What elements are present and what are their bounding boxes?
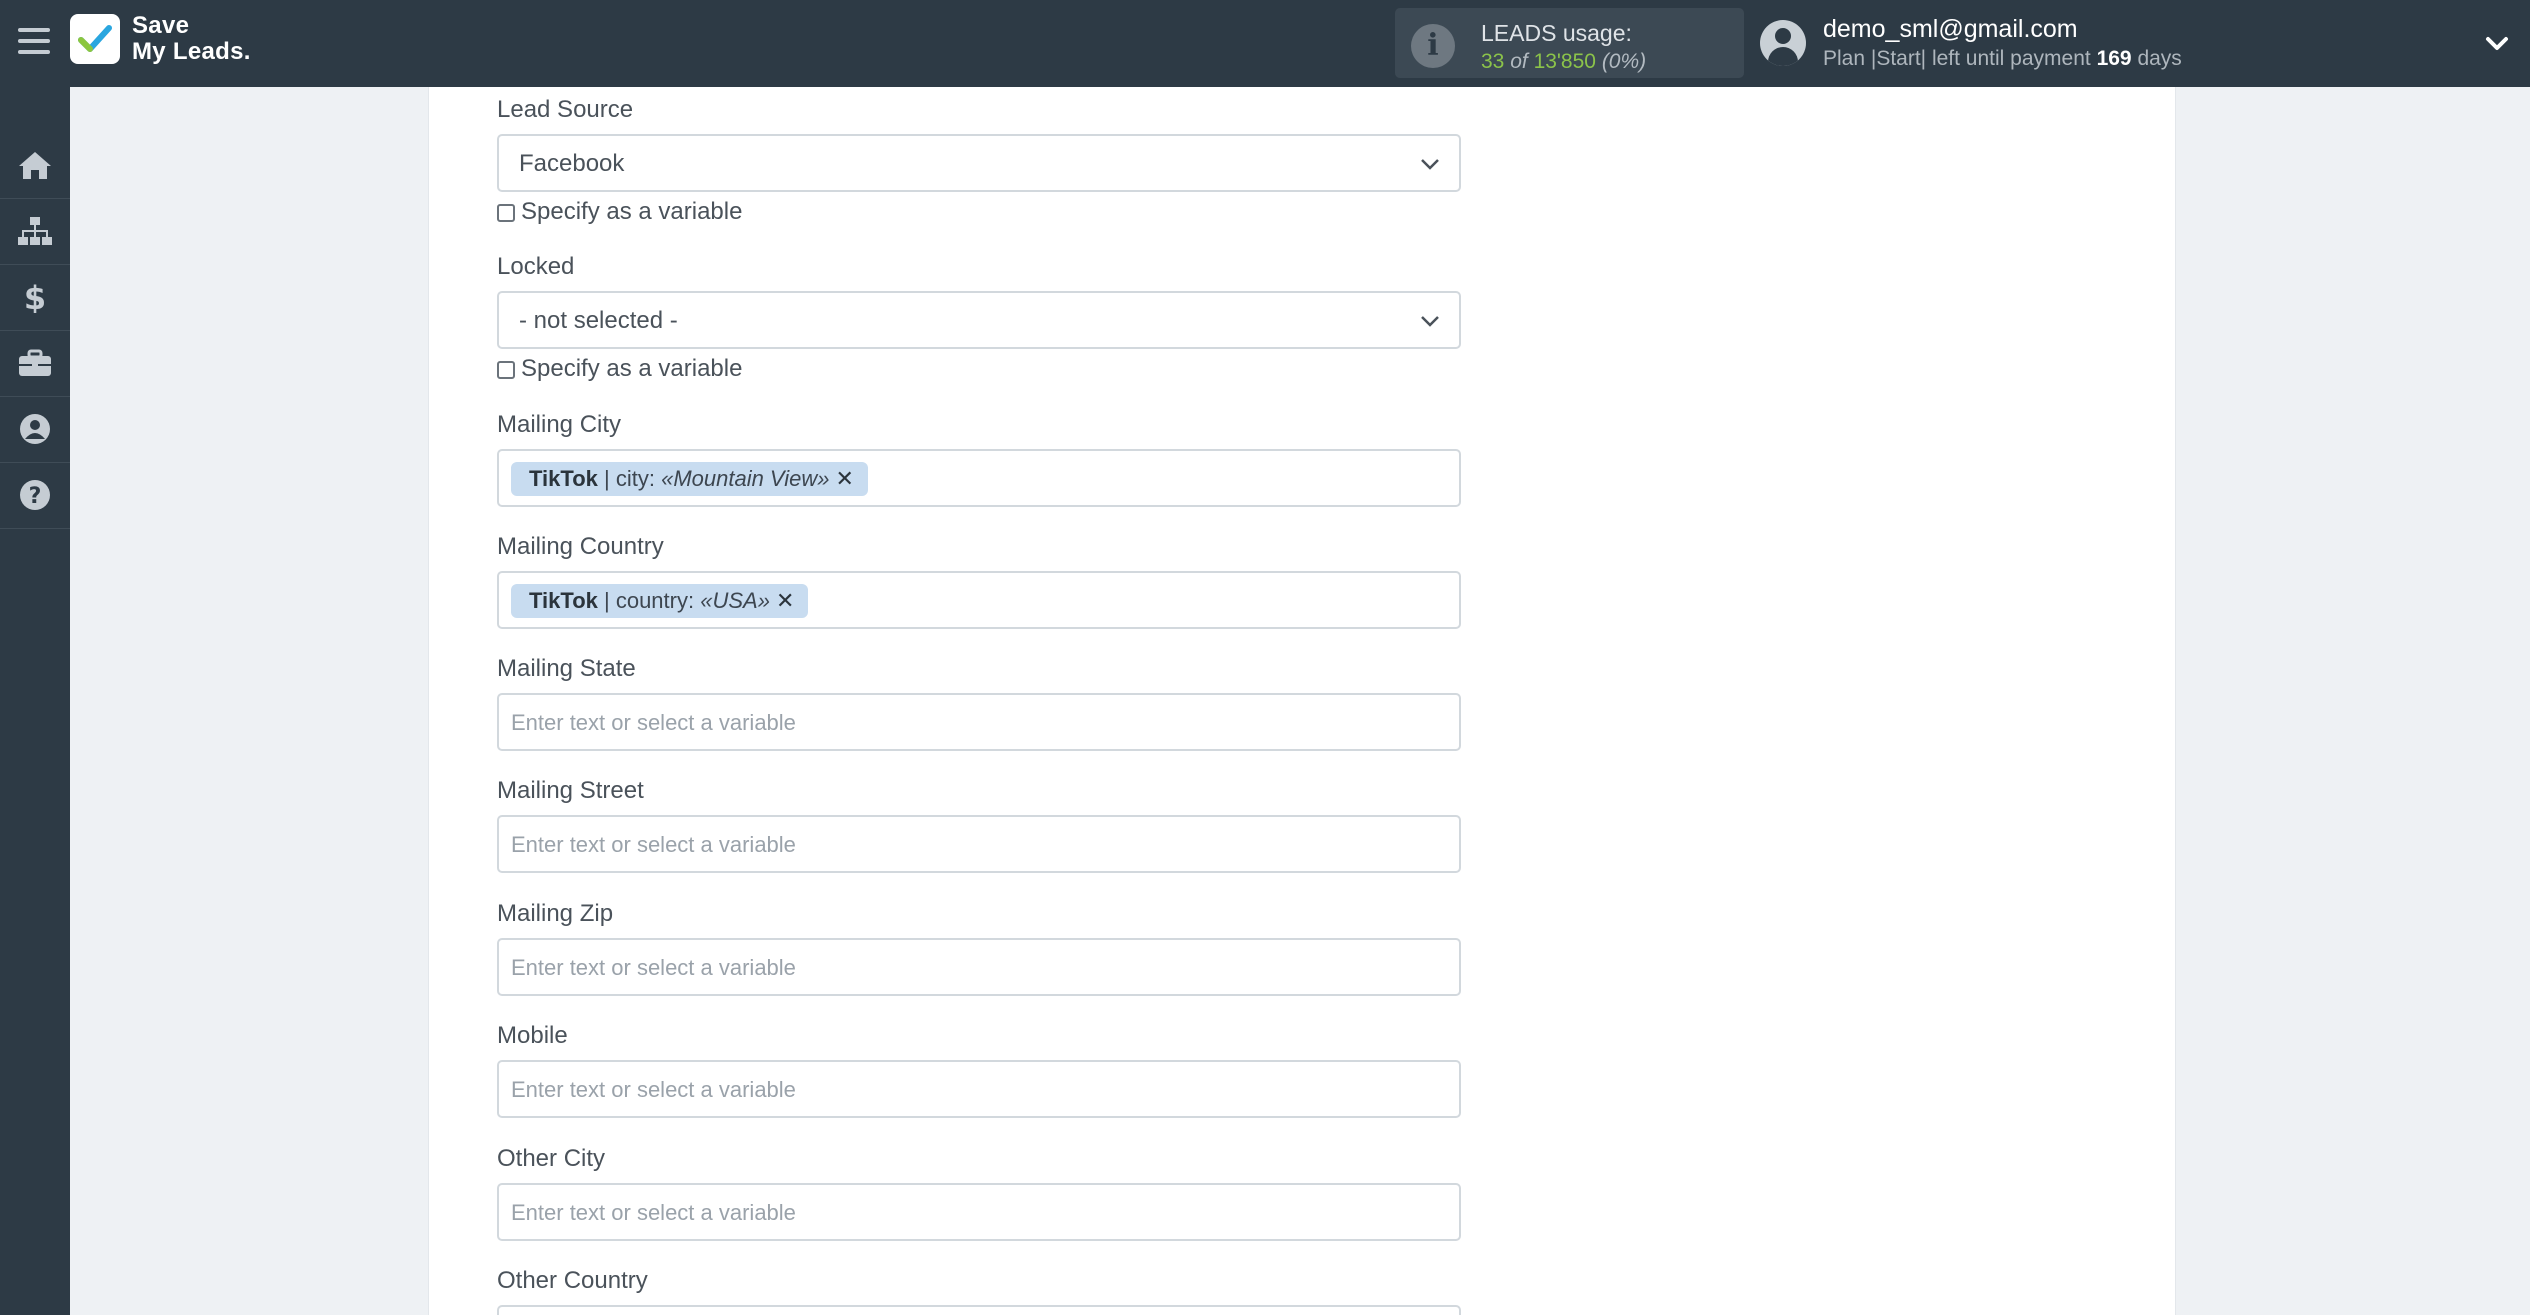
chevron-down-icon [1421, 316, 1439, 327]
lead-source-checkbox-label: Specify as a variable [521, 198, 743, 225]
home-icon [19, 152, 51, 179]
mobile-label: Mobile [497, 1022, 568, 1049]
other-city-input[interactable]: Enter text or select a variable [497, 1183, 1461, 1241]
svg-text:?: ? [29, 484, 42, 509]
lead-source-variable-checkbox[interactable]: Specify as a variable [497, 198, 742, 226]
chip-field: | city: [604, 466, 655, 491]
locked-variable-checkbox[interactable]: Specify as a variable [497, 355, 742, 383]
usage-used: 33 [1481, 50, 1505, 73]
svg-text:$: $ [24, 281, 46, 313]
chip-value: «Mountain View» [661, 466, 830, 491]
sidebar-item-connections[interactable] [0, 198, 70, 265]
mailing-state-input[interactable]: Enter text or select a variable [497, 693, 1461, 751]
logo-text[interactable]: Save My Leads. [132, 13, 251, 65]
menu-icon[interactable] [18, 28, 50, 58]
mobile-placeholder: Enter text or select a variable [511, 1077, 796, 1102]
mailing-city-label: Mailing City [497, 411, 622, 438]
plan-days-word: days [2137, 47, 2182, 70]
mailing-zip-label: Mailing Zip [497, 900, 614, 927]
usage-of: of [1510, 50, 1528, 73]
user-plan: Plan |Start| left until payment 169 days [1823, 47, 2182, 71]
lead-source-label: Lead Source [497, 96, 634, 123]
mailing-street-input[interactable]: Enter text or select a variable [497, 815, 1461, 873]
user-email[interactable]: demo_sml@gmail.com [1823, 15, 2078, 44]
sidebar-item-account[interactable] [0, 396, 70, 463]
sidebar-item-tools[interactable] [0, 330, 70, 397]
other-city-label: Other City [497, 1145, 606, 1172]
mailing-street-placeholder: Enter text or select a variable [511, 832, 796, 857]
plan-days-count: 169 [2096, 47, 2132, 70]
locked-checkbox-label: Specify as a variable [521, 355, 743, 382]
usage-total: 13'850 [1533, 50, 1596, 73]
leads-usage-panel: i LEADS usage: 33 of 13'850 (0%) [1395, 8, 1744, 78]
sidebar-item-home[interactable] [0, 132, 70, 199]
variable-chip[interactable]: TikTok | city: «Mountain View» ✕ [511, 462, 868, 496]
sidebar-item-billing[interactable]: $ [0, 264, 70, 331]
locked-value: - not selected - [519, 307, 678, 334]
checkbox-icon[interactable] [497, 204, 515, 222]
close-icon[interactable]: ✕ [835, 466, 853, 491]
other-country-label: Other Country [497, 1267, 648, 1294]
question-circle-icon: ? [20, 480, 50, 510]
sidebar-item-help[interactable]: ? [0, 462, 70, 529]
user-avatar-icon[interactable] [1760, 20, 1806, 66]
mailing-city-input[interactable]: TikTok | city: «Mountain View» ✕ [497, 449, 1461, 507]
locked-label: Locked [497, 253, 575, 280]
logo-line-1: Save [132, 12, 190, 39]
variable-chip[interactable]: TikTok | country: «USA» ✕ [511, 584, 809, 618]
usage-percent: (0%) [1601, 50, 1647, 73]
plan-prefix: Plan |Start| left until payment [1823, 47, 2091, 70]
sitemap-icon [18, 217, 52, 245]
chip-source: TikTok [529, 588, 598, 613]
locked-select[interactable]: - not selected - [497, 291, 1461, 349]
mailing-zip-placeholder: Enter text or select a variable [511, 955, 796, 980]
close-icon[interactable]: ✕ [776, 588, 794, 613]
logo-icon[interactable] [70, 14, 120, 64]
checkbox-icon[interactable] [497, 361, 515, 379]
mailing-zip-input[interactable]: Enter text or select a variable [497, 938, 1461, 996]
top-bar: Save My Leads. i LEADS usage: 33 of 13'8… [0, 0, 2530, 87]
other-city-placeholder: Enter text or select a variable [511, 1200, 796, 1225]
other-country-input[interactable] [497, 1305, 1461, 1315]
chevron-down-icon[interactable] [2484, 30, 2510, 56]
mailing-state-placeholder: Enter text or select a variable [511, 710, 796, 735]
lead-source-select[interactable]: Facebook [497, 134, 1461, 192]
mailing-country-input[interactable]: TikTok | country: «USA» ✕ [497, 571, 1461, 629]
info-icon: i [1411, 24, 1455, 68]
mobile-input[interactable]: Enter text or select a variable [497, 1060, 1461, 1118]
dollar-icon: $ [24, 281, 46, 313]
chip-source: TikTok [529, 466, 598, 491]
usage-count: 33 of 13'850 (0%) [1481, 50, 1646, 74]
mailing-street-label: Mailing Street [497, 777, 644, 804]
chip-field: | country: [604, 588, 695, 613]
chip-value: «USA» [700, 588, 770, 613]
mailing-country-label: Mailing Country [497, 533, 664, 560]
logo-line-2: My Leads. [132, 38, 251, 65]
usage-title: LEADS usage: [1481, 20, 1632, 46]
briefcase-icon [19, 349, 51, 376]
user-circle-icon [20, 414, 50, 444]
sidebar: $ ? [0, 87, 70, 1315]
mailing-state-label: Mailing State [497, 655, 636, 682]
lead-source-value: Facebook [519, 150, 625, 177]
chevron-down-icon [1421, 159, 1439, 170]
